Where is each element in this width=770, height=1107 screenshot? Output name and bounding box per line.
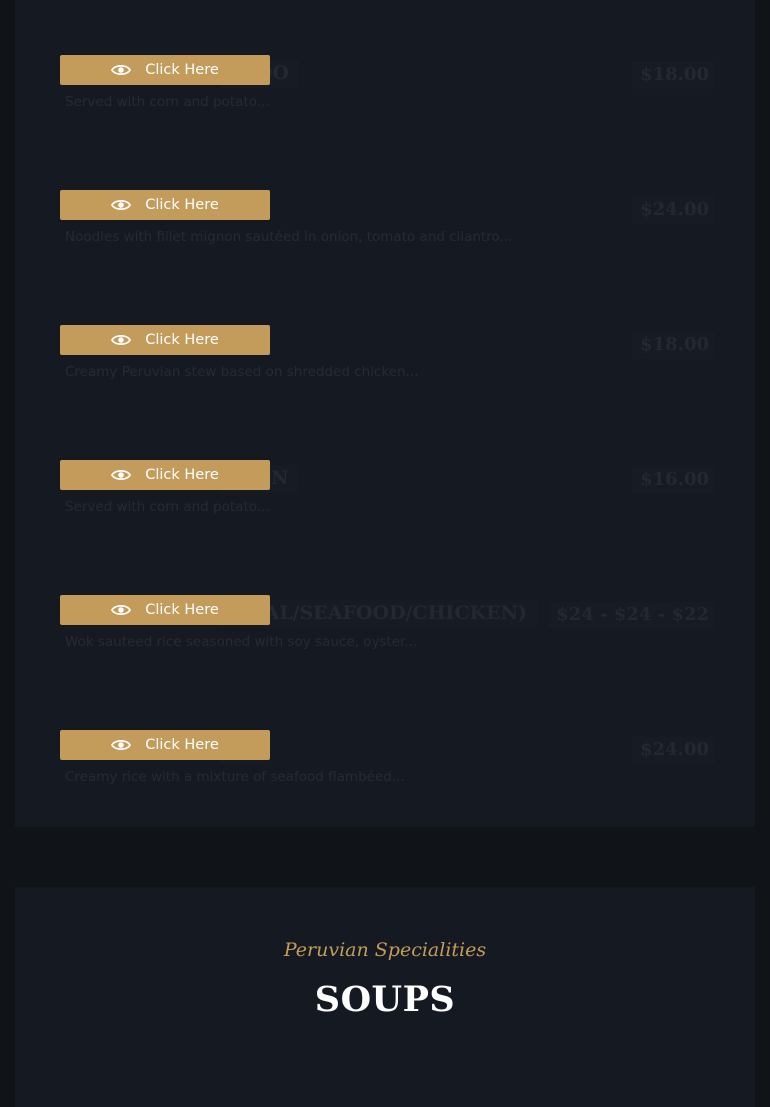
item-price: $18.00	[632, 62, 715, 89]
click-here-button[interactable]: Click Here	[60, 190, 270, 220]
section-subtitle: Peruvian Specialities	[283, 939, 487, 961]
eye-icon	[111, 603, 132, 617]
item-price: $24.00	[632, 737, 715, 764]
button-label: Click Here	[145, 62, 219, 78]
eye-icon	[111, 738, 132, 752]
click-here-button[interactable]: Click Here	[60, 595, 270, 625]
click-here-button[interactable]: Click Here	[60, 460, 270, 490]
eye-icon	[111, 198, 132, 212]
page: CADO $18.00 Served with corn and potato.…	[0, 0, 770, 1107]
item-description: Noodles with fillet mignon sautéed in on…	[65, 229, 513, 245]
menu-item: ECIAL/SEAFOOD/CHICKEN) $24 - $24 - $22 W…	[60, 595, 715, 680]
item-price: $16.00	[632, 467, 715, 494]
soups-section: Peruvian Specialities SOUPS	[15, 887, 755, 1107]
item-description: Creamy Peruvian stew based on shredded c…	[65, 364, 419, 380]
button-label: Click Here	[145, 332, 219, 348]
section-title: SOUPS	[314, 979, 456, 1020]
menu-item: OS $24.00 Creamy rice with a mixture of …	[60, 730, 715, 815]
button-label: Click Here	[145, 602, 219, 618]
eye-icon	[111, 333, 132, 347]
button-label: Click Here	[145, 197, 219, 213]
menu-item: CADO $18.00 Served with corn and potato.…	[60, 55, 715, 140]
button-label: Click Here	[145, 737, 219, 753]
item-description: Served with corn and potato...	[65, 499, 270, 515]
menu-item: $18.00 Creamy Peruvian stew based on shr…	[60, 325, 715, 410]
item-description: Served with corn and potato...	[65, 94, 270, 110]
menu-card: CADO $18.00 Served with corn and potato.…	[15, 0, 755, 827]
menu-item: $24.00 Noodles with fillet mignon sautée…	[60, 190, 715, 275]
item-price: $24 - $24 - $22	[548, 602, 715, 629]
item-price: $18.00	[632, 332, 715, 359]
click-here-button[interactable]: Click Here	[60, 730, 270, 760]
eye-icon	[111, 468, 132, 482]
click-here-button[interactable]: Click Here	[60, 55, 270, 85]
item-description: Wok sauteed rice seasoned with soy sauce…	[65, 634, 418, 650]
item-price: $24.00	[632, 197, 715, 224]
button-label: Click Here	[145, 467, 219, 483]
click-here-button[interactable]: Click Here	[60, 325, 270, 355]
item-description: Creamy rice with a mixture of seafood fl…	[65, 769, 405, 785]
eye-icon	[111, 63, 132, 77]
menu-item: AZÓN $16.00 Served with corn and potato.…	[60, 460, 715, 545]
